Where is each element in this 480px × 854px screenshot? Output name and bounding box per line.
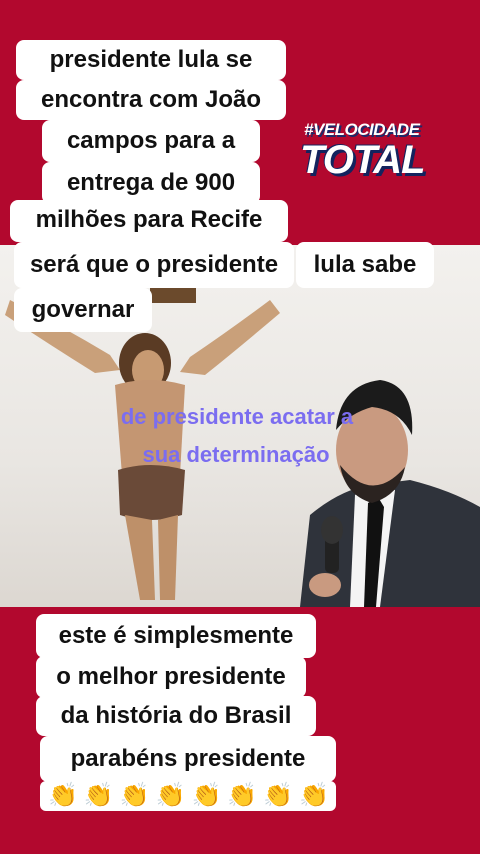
- velocidade-total-logo: #VELOCIDADE TOTAL: [298, 120, 426, 190]
- bottom-caption-line-1: este é simplesmente: [36, 614, 316, 658]
- logo-name: TOTAL: [300, 138, 426, 182]
- top-caption-line-3: campos para a: [42, 120, 260, 162]
- overlay-line-1: de presidente acatar a: [120, 404, 354, 429]
- overlay-line-2: sua determinação: [142, 442, 330, 467]
- top-caption-line-4: entrega de 900: [42, 162, 260, 204]
- bottom-caption-line-3: da história do Brasil: [36, 696, 316, 736]
- top-caption-line-1: presidente lula se: [16, 40, 286, 80]
- top-caption-line-2: encontra com João: [16, 80, 286, 120]
- top-caption-line-5: milhões para Recife: [10, 200, 288, 242]
- bottom-caption-line-4: parabéns presidente: [40, 736, 336, 782]
- logo-hashtag: #VELOCIDADE: [304, 120, 420, 139]
- clapping-hands-emoji-row: 👏👏👏👏👏👏👏👏: [40, 781, 336, 811]
- top-caption-line-8: governar: [14, 288, 152, 332]
- bottom-caption-line-2: o melhor presidente: [36, 656, 306, 698]
- top-caption-line-6: será que o presidente: [14, 242, 294, 288]
- top-caption-line-7: lula sabe: [296, 242, 434, 288]
